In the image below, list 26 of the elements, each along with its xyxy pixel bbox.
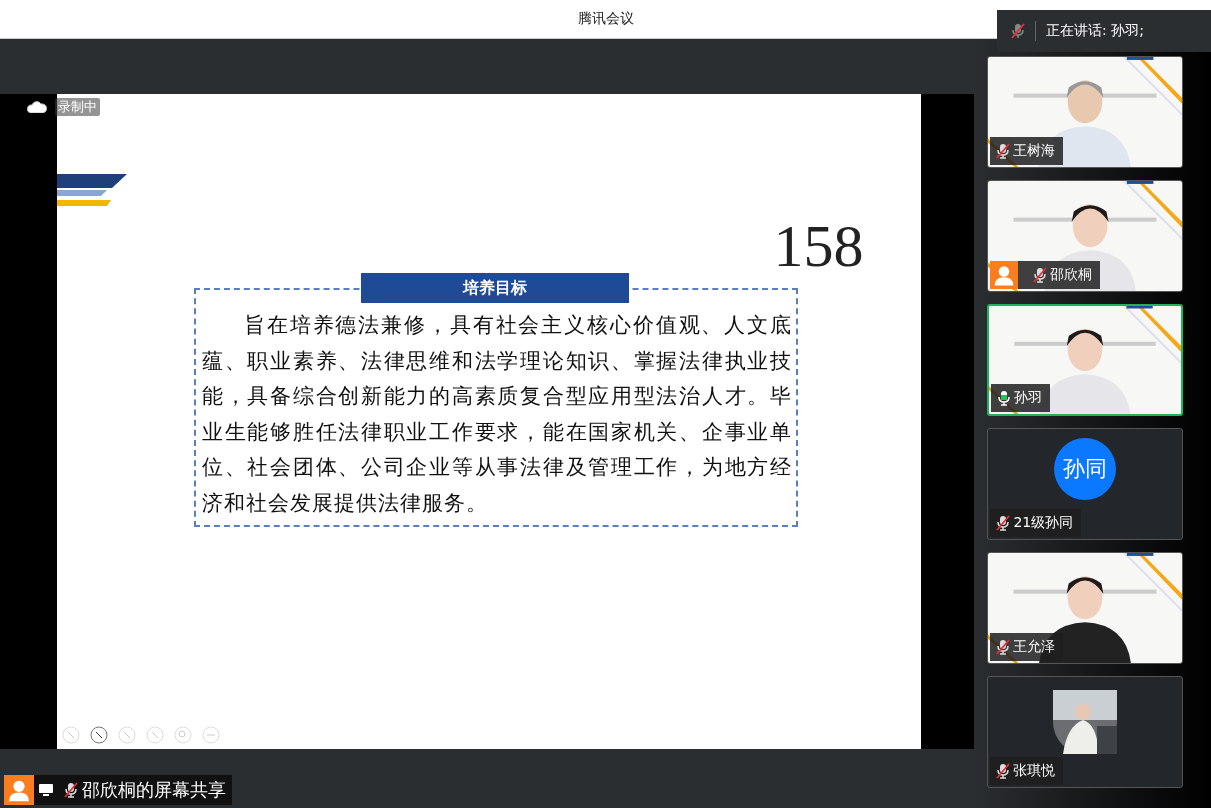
avatar-initials: 孙同 [1054, 438, 1117, 500]
participant-name: 王允泽 [1013, 638, 1056, 656]
video-tile[interactable]: 孙同 21级孙同 [987, 428, 1184, 540]
slide-number: 158 [773, 212, 864, 281]
participant-name: 邵欣桐 [1050, 266, 1093, 284]
video-tile[interactable]: 张琪悦 [987, 676, 1184, 788]
video-tile[interactable]: 孙羽 [987, 304, 1184, 416]
speaking-label: 正在讲话: 孙羽; [1046, 22, 1144, 40]
more-icon[interactable] [202, 726, 220, 744]
pointer-icon[interactable] [90, 726, 108, 744]
cloud-icon [27, 101, 47, 113]
recording-label: 录制中 [55, 98, 100, 116]
muted-mic-icon [1011, 23, 1025, 39]
screen-icon [38, 783, 54, 797]
video-tile[interactable]: 邵欣桐 [987, 180, 1184, 292]
participant-name: 21级孙同 [1013, 514, 1074, 532]
participant-name: 张琪悦 [1013, 762, 1056, 780]
search-icon[interactable] [174, 726, 192, 744]
window-title: 腾讯会议 [577, 10, 634, 28]
participant-name: 孙羽 [1014, 389, 1043, 407]
participant-name: 王树海 [1013, 142, 1056, 160]
section-heading: 培养目标 [361, 273, 629, 303]
video-tile[interactable]: 王树海 [987, 56, 1184, 168]
sharer-name: 邵欣桐的屏幕共享 [82, 778, 226, 802]
slide-paragraph: 旨在培养德法兼修，具有社会主义核心价值观、人文底蕴、职业素养、法律思维和法学理论知识、掌握法律执业技能，具备综合创新能力的高素质复合型应用型法治人才。毕业生能够胜任法律职业工作要求，能在国家机关、企事业单位、社会团体、公司企业等从事法律及管理工作，为地方经济和社会发展提供法律服务。 [202, 312, 792, 517]
video-tile[interactable]: 王允泽 [987, 552, 1184, 664]
